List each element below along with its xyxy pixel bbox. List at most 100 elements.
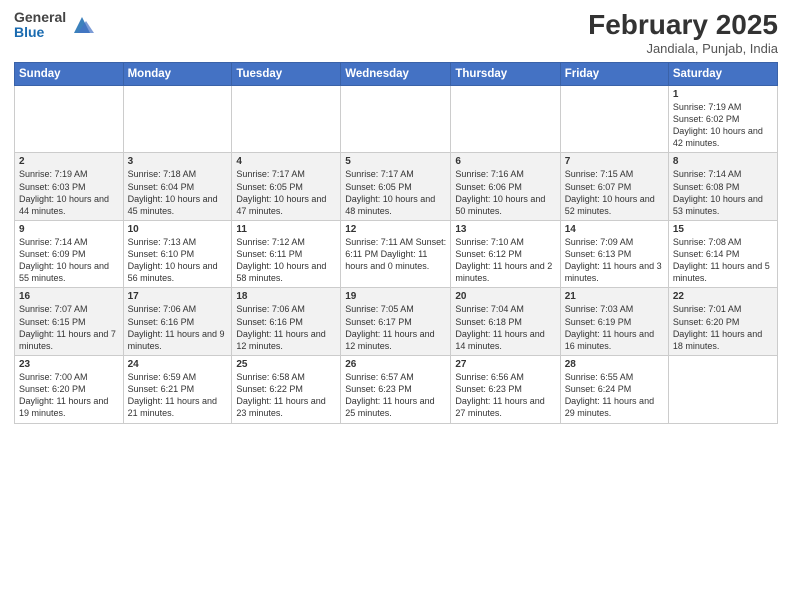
day-number: 6 xyxy=(455,156,555,167)
logo-general: General xyxy=(14,10,66,25)
day-info: Sunrise: 7:05 AM Sunset: 6:17 PM Dayligh… xyxy=(345,303,446,352)
week-row-5: 23Sunrise: 7:00 AM Sunset: 6:20 PM Dayli… xyxy=(15,356,778,424)
calendar-cell: 14Sunrise: 7:09 AM Sunset: 6:13 PM Dayli… xyxy=(560,220,668,288)
calendar-cell: 21Sunrise: 7:03 AM Sunset: 6:19 PM Dayli… xyxy=(560,288,668,356)
day-info: Sunrise: 7:08 AM Sunset: 6:14 PM Dayligh… xyxy=(673,236,773,285)
day-number: 18 xyxy=(236,291,336,302)
day-info: Sunrise: 6:55 AM Sunset: 6:24 PM Dayligh… xyxy=(565,371,664,420)
day-info: Sunrise: 7:12 AM Sunset: 6:11 PM Dayligh… xyxy=(236,236,336,285)
weekday-header-saturday: Saturday xyxy=(668,62,777,85)
day-number: 15 xyxy=(673,224,773,235)
day-info: Sunrise: 7:17 AM Sunset: 6:05 PM Dayligh… xyxy=(236,168,336,217)
day-info: Sunrise: 7:17 AM Sunset: 6:05 PM Dayligh… xyxy=(345,168,446,217)
day-info: Sunrise: 7:00 AM Sunset: 6:20 PM Dayligh… xyxy=(19,371,119,420)
week-row-3: 9Sunrise: 7:14 AM Sunset: 6:09 PM Daylig… xyxy=(15,220,778,288)
weekday-header-thursday: Thursday xyxy=(451,62,560,85)
calendar-cell: 17Sunrise: 7:06 AM Sunset: 6:16 PM Dayli… xyxy=(123,288,232,356)
calendar-cell: 15Sunrise: 7:08 AM Sunset: 6:14 PM Dayli… xyxy=(668,220,777,288)
logo: General Blue xyxy=(14,10,96,41)
header: General Blue February 2025 Jandiala, Pun… xyxy=(14,10,778,56)
title-block: February 2025 Jandiala, Punjab, India xyxy=(588,10,778,56)
calendar-cell xyxy=(15,85,124,153)
calendar-cell: 4Sunrise: 7:17 AM Sunset: 6:05 PM Daylig… xyxy=(232,153,341,221)
day-number: 25 xyxy=(236,359,336,370)
calendar-cell: 10Sunrise: 7:13 AM Sunset: 6:10 PM Dayli… xyxy=(123,220,232,288)
day-number: 22 xyxy=(673,291,773,302)
day-number: 12 xyxy=(345,224,446,235)
day-number: 4 xyxy=(236,156,336,167)
week-row-2: 2Sunrise: 7:19 AM Sunset: 6:03 PM Daylig… xyxy=(15,153,778,221)
calendar-body: 1Sunrise: 7:19 AM Sunset: 6:02 PM Daylig… xyxy=(15,85,778,423)
day-info: Sunrise: 7:15 AM Sunset: 6:07 PM Dayligh… xyxy=(565,168,664,217)
calendar-cell: 18Sunrise: 7:06 AM Sunset: 6:16 PM Dayli… xyxy=(232,288,341,356)
day-number: 20 xyxy=(455,291,555,302)
day-info: Sunrise: 6:59 AM Sunset: 6:21 PM Dayligh… xyxy=(128,371,228,420)
day-info: Sunrise: 7:06 AM Sunset: 6:16 PM Dayligh… xyxy=(236,303,336,352)
calendar-cell xyxy=(560,85,668,153)
day-number: 7 xyxy=(565,156,664,167)
day-number: 23 xyxy=(19,359,119,370)
calendar-cell: 9Sunrise: 7:14 AM Sunset: 6:09 PM Daylig… xyxy=(15,220,124,288)
day-info: Sunrise: 7:03 AM Sunset: 6:19 PM Dayligh… xyxy=(565,303,664,352)
day-number: 13 xyxy=(455,224,555,235)
calendar-cell: 19Sunrise: 7:05 AM Sunset: 6:17 PM Dayli… xyxy=(341,288,451,356)
day-number: 21 xyxy=(565,291,664,302)
day-number: 27 xyxy=(455,359,555,370)
weekday-header-wednesday: Wednesday xyxy=(341,62,451,85)
calendar-cell: 27Sunrise: 6:56 AM Sunset: 6:23 PM Dayli… xyxy=(451,356,560,424)
calendar-cell xyxy=(341,85,451,153)
month-year: February 2025 xyxy=(588,10,778,41)
day-number: 10 xyxy=(128,224,228,235)
logo-icon xyxy=(68,11,96,39)
location: Jandiala, Punjab, India xyxy=(588,41,778,56)
day-info: Sunrise: 6:57 AM Sunset: 6:23 PM Dayligh… xyxy=(345,371,446,420)
calendar-cell: 26Sunrise: 6:57 AM Sunset: 6:23 PM Dayli… xyxy=(341,356,451,424)
day-number: 24 xyxy=(128,359,228,370)
page: General Blue February 2025 Jandiala, Pun… xyxy=(0,0,792,612)
day-info: Sunrise: 7:19 AM Sunset: 6:02 PM Dayligh… xyxy=(673,101,773,150)
calendar-cell xyxy=(123,85,232,153)
calendar-cell: 13Sunrise: 7:10 AM Sunset: 6:12 PM Dayli… xyxy=(451,220,560,288)
calendar-cell: 2Sunrise: 7:19 AM Sunset: 6:03 PM Daylig… xyxy=(15,153,124,221)
day-number: 5 xyxy=(345,156,446,167)
logo-blue: Blue xyxy=(14,25,66,40)
calendar-cell: 8Sunrise: 7:14 AM Sunset: 6:08 PM Daylig… xyxy=(668,153,777,221)
day-number: 2 xyxy=(19,156,119,167)
weekday-header-sunday: Sunday xyxy=(15,62,124,85)
calendar-cell: 20Sunrise: 7:04 AM Sunset: 6:18 PM Dayli… xyxy=(451,288,560,356)
week-row-1: 1Sunrise: 7:19 AM Sunset: 6:02 PM Daylig… xyxy=(15,85,778,153)
logo-text: General Blue xyxy=(14,10,66,41)
weekday-header-tuesday: Tuesday xyxy=(232,62,341,85)
day-number: 26 xyxy=(345,359,446,370)
calendar-cell: 3Sunrise: 7:18 AM Sunset: 6:04 PM Daylig… xyxy=(123,153,232,221)
calendar-cell: 23Sunrise: 7:00 AM Sunset: 6:20 PM Dayli… xyxy=(15,356,124,424)
day-number: 16 xyxy=(19,291,119,302)
day-info: Sunrise: 7:09 AM Sunset: 6:13 PM Dayligh… xyxy=(565,236,664,285)
calendar-cell: 25Sunrise: 6:58 AM Sunset: 6:22 PM Dayli… xyxy=(232,356,341,424)
calendar-cell: 16Sunrise: 7:07 AM Sunset: 6:15 PM Dayli… xyxy=(15,288,124,356)
day-number: 28 xyxy=(565,359,664,370)
calendar-cell xyxy=(232,85,341,153)
calendar-cell xyxy=(451,85,560,153)
week-row-4: 16Sunrise: 7:07 AM Sunset: 6:15 PM Dayli… xyxy=(15,288,778,356)
calendar-cell: 1Sunrise: 7:19 AM Sunset: 6:02 PM Daylig… xyxy=(668,85,777,153)
day-info: Sunrise: 6:58 AM Sunset: 6:22 PM Dayligh… xyxy=(236,371,336,420)
day-info: Sunrise: 6:56 AM Sunset: 6:23 PM Dayligh… xyxy=(455,371,555,420)
day-number: 9 xyxy=(19,224,119,235)
day-info: Sunrise: 7:18 AM Sunset: 6:04 PM Dayligh… xyxy=(128,168,228,217)
calendar-cell: 28Sunrise: 6:55 AM Sunset: 6:24 PM Dayli… xyxy=(560,356,668,424)
weekday-header-friday: Friday xyxy=(560,62,668,85)
calendar-cell: 6Sunrise: 7:16 AM Sunset: 6:06 PM Daylig… xyxy=(451,153,560,221)
calendar-cell xyxy=(668,356,777,424)
day-info: Sunrise: 7:13 AM Sunset: 6:10 PM Dayligh… xyxy=(128,236,228,285)
day-info: Sunrise: 7:14 AM Sunset: 6:08 PM Dayligh… xyxy=(673,168,773,217)
day-number: 11 xyxy=(236,224,336,235)
calendar-cell: 12Sunrise: 7:11 AM Sunset: 6:11 PM Dayli… xyxy=(341,220,451,288)
day-number: 8 xyxy=(673,156,773,167)
day-info: Sunrise: 7:07 AM Sunset: 6:15 PM Dayligh… xyxy=(19,303,119,352)
day-number: 1 xyxy=(673,89,773,100)
day-info: Sunrise: 7:10 AM Sunset: 6:12 PM Dayligh… xyxy=(455,236,555,285)
day-info: Sunrise: 7:14 AM Sunset: 6:09 PM Dayligh… xyxy=(19,236,119,285)
calendar-cell: 11Sunrise: 7:12 AM Sunset: 6:11 PM Dayli… xyxy=(232,220,341,288)
day-number: 19 xyxy=(345,291,446,302)
